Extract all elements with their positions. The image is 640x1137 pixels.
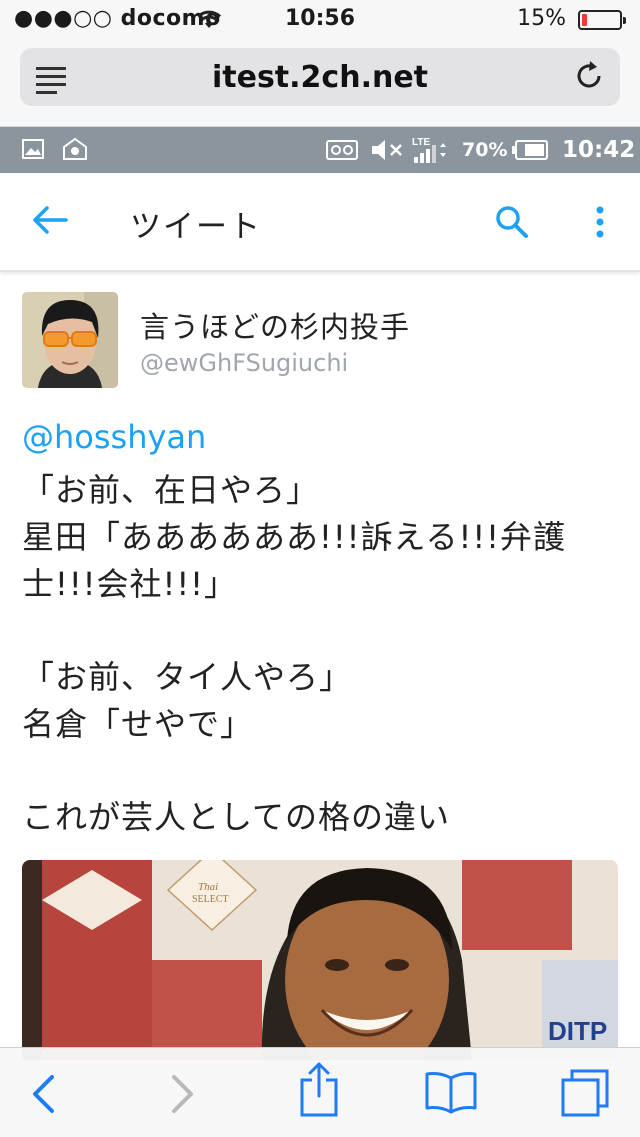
tabs-icon[interactable] — [560, 1068, 610, 1118]
avatar-photo — [22, 292, 118, 388]
bookmarks-icon[interactable] — [424, 1070, 478, 1114]
tweet-photo[interactable]: Thai SELECT DITP — [22, 860, 618, 1060]
tweet-text-line: 「お前、タイ人やろ」 — [22, 658, 353, 696]
safari-address-bar: itest.2ch.net — [0, 40, 640, 127]
tweet-text-line: 星田「ああああああ!!!訴える!!!弁護 — [22, 518, 567, 556]
avatar[interactable] — [22, 292, 118, 388]
svg-text:LTE: LTE — [412, 137, 430, 148]
mention-link[interactable]: @hosshyan — [22, 418, 206, 456]
url-field[interactable]: itest.2ch.net — [20, 48, 620, 106]
android-battery-percent: 70% — [462, 139, 508, 161]
safari-toolbar — [0, 1047, 640, 1137]
battery-nub — [623, 17, 626, 24]
voicemail-icon — [326, 140, 358, 160]
lte-signal-icon: LTE — [412, 137, 446, 163]
ios-battery-percent: 15% — [517, 6, 566, 31]
page-title: ツイート — [130, 209, 262, 245]
battery-icon — [578, 10, 626, 30]
screen-name[interactable]: @ewGhFSugiuchi — [140, 349, 348, 377]
tweet-text-line: 「お前、在日やろ」 — [22, 471, 320, 509]
tweet-header: ツイート — [0, 173, 640, 272]
android-clock: 10:42 — [562, 137, 636, 163]
battery-icon — [512, 140, 548, 160]
display-name[interactable]: 言うほどの杉内投手 — [140, 304, 410, 346]
back-arrow-icon[interactable] — [32, 205, 68, 235]
photo-sign-text: DITP — [548, 1016, 607, 1046]
battery-level-fill — [582, 14, 587, 26]
tweet-text-line: 名倉「せやで」 — [22, 705, 254, 743]
photo-logo-text: SELECT — [192, 894, 229, 905]
share-icon[interactable] — [298, 1062, 340, 1118]
reload-icon[interactable] — [572, 59, 606, 93]
tweet-photo-image: Thai SELECT DITP — [22, 860, 618, 1060]
forward-chevron-icon[interactable] — [170, 1074, 196, 1114]
url-text[interactable]: itest.2ch.net — [20, 60, 620, 95]
mute-icon — [372, 140, 402, 160]
search-icon[interactable] — [494, 204, 530, 240]
more-vertical-icon[interactable] — [592, 203, 608, 243]
tweet-text-line: 士!!!会社!!!」 — [22, 565, 237, 603]
app-icon — [63, 137, 87, 160]
image-icon — [22, 139, 44, 159]
android-status-bar: LTE 70% 10:42 — [0, 127, 640, 173]
ios-status-bar: ●●●○○ docomo 10:56 15% — [0, 0, 640, 40]
tweet-text-line: これが芸人としての格の違い — [22, 798, 451, 836]
back-chevron-icon[interactable] — [30, 1074, 56, 1114]
photo-logo-text: Thai — [198, 881, 218, 893]
